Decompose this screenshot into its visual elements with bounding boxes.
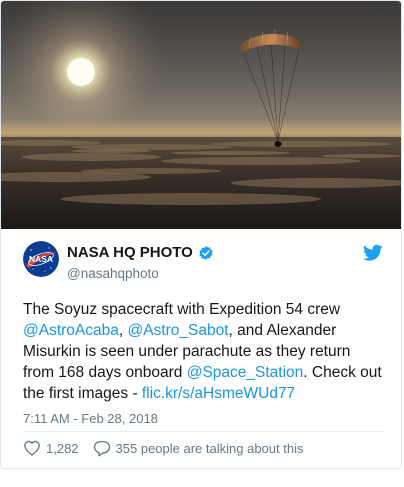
reply-bubble-icon bbox=[93, 439, 111, 457]
sunset-parachute-image bbox=[1, 1, 401, 229]
tweet-actions: 1,282 355 people are talking about this bbox=[23, 438, 303, 458]
mention-astro-sabot[interactable]: @Astro_Sabot bbox=[128, 322, 229, 339]
talking-count: 355 people are talking about this bbox=[115, 440, 304, 456]
mention-astroacaba[interactable]: @AstroAcaba bbox=[23, 322, 119, 339]
mention-space-station[interactable]: @Space_Station bbox=[187, 364, 304, 381]
embedded-tweet-card: NASA NASA HQ PHOTO @nasahqphoto The Soyu… bbox=[0, 0, 402, 469]
tweet-text: The Soyuz spacecraft with Expedition 54 … bbox=[23, 299, 383, 404]
nasa-meatball-logo: NASA bbox=[23, 241, 59, 277]
like-count: 1,282 bbox=[46, 440, 79, 456]
tweet-timestamp[interactable]: 7:11 AM - Feb 28, 2018 bbox=[23, 411, 158, 426]
tweet-text-part-2: , bbox=[118, 322, 128, 339]
display-name[interactable]: NASA HQ PHOTO bbox=[67, 244, 193, 261]
author-name-line: NASA HQ PHOTO bbox=[67, 244, 214, 261]
reply-action[interactable]: 355 people are talking about this bbox=[93, 439, 304, 457]
twitter-bird-icon[interactable] bbox=[363, 244, 383, 262]
divider bbox=[23, 431, 383, 432]
avatar[interactable]: NASA bbox=[23, 241, 59, 277]
tweet-header: NASA NASA HQ PHOTO @nasahqphoto bbox=[1, 229, 401, 289]
author-handle[interactable]: @nasahqphoto bbox=[67, 266, 159, 281]
like-action[interactable]: 1,282 bbox=[23, 439, 79, 457]
heart-icon bbox=[23, 439, 41, 457]
tweet-photo[interactable] bbox=[1, 1, 401, 229]
avatar-text: NASA bbox=[29, 254, 53, 264]
tweet-text-part-1: The Soyuz spacecraft with Expedition 54 … bbox=[23, 301, 341, 318]
verified-badge-icon bbox=[198, 245, 214, 261]
flickr-link[interactable]: flic.kr/s/aHsmeWUd77 bbox=[142, 385, 295, 402]
